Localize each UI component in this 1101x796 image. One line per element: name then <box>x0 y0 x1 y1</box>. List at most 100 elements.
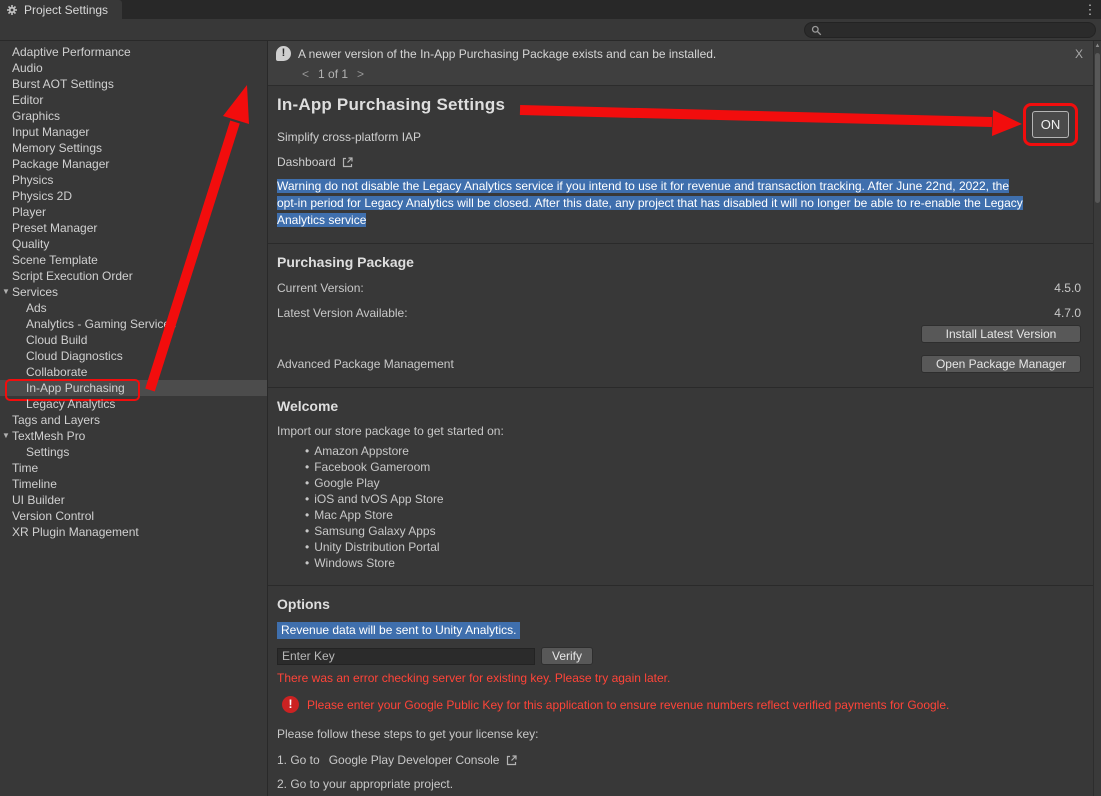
foldout-chevron-icon[interactable] <box>2 124 12 140</box>
sidebar-item-label: Quality <box>12 237 49 251</box>
foldout-chevron-icon[interactable] <box>2 76 12 92</box>
sidebar-item[interactable]: Physics 2D <box>0 188 267 204</box>
current-version-label: Current Version: <box>277 281 364 295</box>
vertical-scrollbar[interactable]: ▲ <box>1093 41 1101 796</box>
main-split: Adaptive Performance Audio Burst AOT Set… <box>0 41 1101 796</box>
sidebar-item-label: Physics <box>12 173 53 187</box>
foldout-chevron-icon[interactable] <box>2 396 12 412</box>
sidebar-item-label: Script Execution Order <box>12 269 133 283</box>
store-list-item: Samsung Galaxy Apps <box>305 523 1081 539</box>
external-link-icon[interactable] <box>505 754 518 767</box>
sidebar-item[interactable]: Cloud Build <box>0 332 267 348</box>
sidebar-item[interactable]: UI Builder <box>0 492 267 508</box>
scroll-up-arrow-icon[interactable]: ▲ <box>1094 43 1101 49</box>
sidebar-item[interactable]: TextMesh Pro <box>0 428 267 444</box>
sidebar-item-label: Burst AOT Settings <box>12 77 114 91</box>
sidebar-item[interactable]: Scene Template <box>0 252 267 268</box>
kebab-menu-icon[interactable]: ⋮ <box>1082 0 1098 19</box>
foldout-chevron-icon[interactable] <box>2 316 12 332</box>
search-box[interactable] <box>804 22 1096 38</box>
foldout-chevron-icon[interactable] <box>2 204 12 220</box>
sidebar-item-label: UI Builder <box>12 493 65 507</box>
foldout-chevron-icon[interactable] <box>2 460 12 476</box>
advanced-package-label: Advanced Package Management <box>277 357 454 371</box>
sidebar-item[interactable]: Editor <box>0 92 267 108</box>
foldout-chevron-icon[interactable] <box>2 492 12 508</box>
foldout-chevron-icon[interactable] <box>2 236 12 252</box>
banner-message: A newer version of the In-App Purchasing… <box>298 47 716 61</box>
foldout-chevron-icon[interactable] <box>2 140 12 156</box>
external-link-icon[interactable] <box>341 156 354 169</box>
foldout-chevron-icon[interactable] <box>2 188 12 204</box>
sidebar-item[interactable]: Input Manager <box>0 124 267 140</box>
foldout-chevron-icon[interactable] <box>2 444 12 460</box>
sidebar-item[interactable]: Adaptive Performance <box>0 44 267 60</box>
sidebar-item[interactable]: Package Manager <box>0 156 267 172</box>
sidebar-item-label: Settings <box>26 445 69 459</box>
banner-prev-button[interactable]: < <box>302 67 309 81</box>
sidebar-item-label: Services <box>12 285 58 299</box>
sidebar-item[interactable]: Services <box>0 284 267 300</box>
sidebar-item-label: Tags and Layers <box>12 413 100 427</box>
scrollbar-thumb[interactable] <box>1095 53 1100 203</box>
sidebar-item[interactable]: Physics <box>0 172 267 188</box>
dashboard-link[interactable]: Dashboard <box>277 155 1081 169</box>
foldout-chevron-icon[interactable] <box>2 268 12 284</box>
foldout-chevron-icon[interactable] <box>2 380 12 396</box>
sidebar-item[interactable]: In-App Purchasing <box>0 380 267 396</box>
foldout-chevron-icon[interactable] <box>2 332 12 348</box>
steps-intro: Please follow these steps to get your li… <box>277 727 1081 741</box>
settings-content: ! A newer version of the In-App Purchasi… <box>268 41 1093 796</box>
sidebar-item-label: XR Plugin Management <box>12 525 139 539</box>
sidebar-item[interactable]: Graphics <box>0 108 267 124</box>
foldout-chevron-icon[interactable] <box>2 476 12 492</box>
sidebar-item[interactable]: Quality <box>0 236 267 252</box>
banner-next-button[interactable]: > <box>357 67 364 81</box>
sidebar-item[interactable]: Player <box>0 204 267 220</box>
foldout-chevron-icon[interactable] <box>2 508 12 524</box>
sidebar-item[interactable]: Version Control <box>0 508 267 524</box>
install-latest-version-button[interactable]: Install Latest Version <box>921 325 1081 343</box>
foldout-chevron-icon[interactable] <box>2 428 12 444</box>
sidebar-item[interactable]: Collaborate <box>0 364 267 380</box>
sidebar-item[interactable]: Ads <box>0 300 267 316</box>
sidebar-item[interactable]: Analytics - Gaming Services <box>0 316 267 332</box>
sidebar-item[interactable]: Script Execution Order <box>0 268 267 284</box>
iap-enable-toggle[interactable]: ON <box>1032 111 1069 138</box>
foldout-chevron-icon[interactable] <box>2 60 12 76</box>
foldout-chevron-icon[interactable] <box>2 220 12 236</box>
foldout-chevron-icon[interactable] <box>2 412 12 428</box>
sidebar-item[interactable]: Legacy Analytics <box>0 396 267 412</box>
sidebar-item[interactable]: Burst AOT Settings <box>0 76 267 92</box>
sidebar-item[interactable]: Tags and Layers <box>0 412 267 428</box>
sidebar-item[interactable]: Timeline <box>0 476 267 492</box>
google-play-console-link[interactable]: Google Play Developer Console <box>329 753 500 767</box>
current-version-value: 4.5.0 <box>1054 281 1081 295</box>
foldout-chevron-icon[interactable] <box>2 252 12 268</box>
foldout-chevron-icon[interactable] <box>2 300 12 316</box>
foldout-chevron-icon[interactable] <box>2 364 12 380</box>
open-package-manager-button[interactable]: Open Package Manager <box>921 355 1081 373</box>
iap-settings-panel: In-App Purchasing Settings Simplify cros… <box>268 86 1093 791</box>
sidebar-item[interactable]: Settings <box>0 444 267 460</box>
google-key-input[interactable] <box>277 648 535 665</box>
foldout-chevron-icon[interactable] <box>2 92 12 108</box>
tab-project-settings[interactable]: Project Settings <box>0 0 122 19</box>
foldout-chevron-icon[interactable] <box>2 156 12 172</box>
section-divider <box>268 243 1093 244</box>
search-input[interactable] <box>826 24 1089 36</box>
foldout-chevron-icon[interactable] <box>2 108 12 124</box>
sidebar-item[interactable]: Preset Manager <box>0 220 267 236</box>
foldout-chevron-icon[interactable] <box>2 172 12 188</box>
foldout-chevron-icon[interactable] <box>2 524 12 540</box>
foldout-chevron-icon[interactable] <box>2 284 12 300</box>
sidebar-item[interactable]: Cloud Diagnostics <box>0 348 267 364</box>
sidebar-item[interactable]: XR Plugin Management <box>0 524 267 540</box>
verify-button[interactable]: Verify <box>541 647 593 665</box>
banner-close-button[interactable]: X <box>1075 47 1083 61</box>
foldout-chevron-icon[interactable] <box>2 44 12 60</box>
sidebar-item[interactable]: Time <box>0 460 267 476</box>
sidebar-item[interactable]: Memory Settings <box>0 140 267 156</box>
foldout-chevron-icon[interactable] <box>2 348 12 364</box>
sidebar-item[interactable]: Audio <box>0 60 267 76</box>
